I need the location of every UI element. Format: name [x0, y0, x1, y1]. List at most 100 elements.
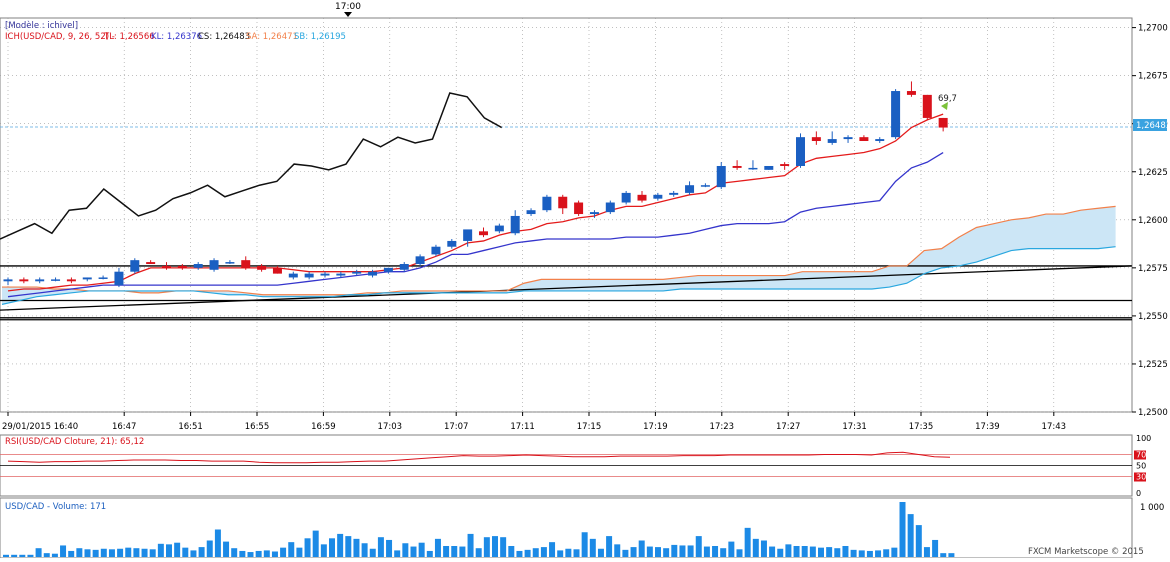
candle-body [463, 229, 473, 241]
volume-bar [712, 546, 719, 557]
volume-bar [100, 548, 107, 557]
volume-bar [426, 550, 433, 557]
candle-body [875, 139, 885, 142]
volume-bar [76, 548, 83, 557]
rsi-tick-label: 100 [1136, 434, 1151, 443]
candle-body [209, 260, 219, 270]
candle-body [225, 262, 235, 264]
candle-body [891, 91, 901, 138]
volume-bar [231, 548, 238, 557]
volume-bar [149, 549, 156, 557]
volume-bar [3, 554, 9, 557]
volume-bar [687, 545, 694, 557]
chart-window: 1,27001,26751,26501,26251,26001,25751,25… [0, 0, 1170, 559]
candle-body [685, 185, 695, 193]
volume-bar [84, 549, 91, 557]
volume-bar [35, 548, 42, 557]
volume-bar [239, 550, 246, 557]
candle-body [66, 279, 76, 282]
volume-bar [11, 554, 18, 557]
candle-body [827, 139, 837, 143]
volume-bar [337, 533, 344, 557]
time-marker[interactable]: 17:00 [335, 2, 361, 17]
x-tick-label: 17:27 [776, 422, 801, 432]
rsi-tick-label: 0 [1136, 489, 1141, 498]
candle-body [257, 265, 267, 270]
volume-bar [312, 530, 319, 557]
volume-bar [19, 554, 26, 557]
volume-bar [883, 549, 890, 557]
volume-bar [940, 553, 947, 557]
volume-bar [500, 537, 507, 557]
x-tick-label: 17:11 [510, 422, 535, 432]
y-tick-label: 1,2550 [1138, 312, 1168, 322]
volume-bar [540, 547, 547, 557]
volume-bar [923, 547, 930, 557]
volume-bar [866, 550, 873, 557]
volume-bar [752, 538, 759, 557]
volume-bar [948, 553, 955, 557]
volume-bar [818, 547, 824, 557]
volume-bar [141, 548, 148, 557]
volume-bar [43, 553, 50, 557]
volume-bar [174, 542, 181, 557]
volume-bar [361, 543, 368, 557]
volume-bar [793, 546, 800, 557]
volume-bar [638, 540, 645, 557]
volume-bar [842, 546, 849, 557]
volume-bar [402, 543, 409, 557]
candle-body [859, 137, 869, 142]
volume-bar [369, 548, 376, 557]
candle-body [193, 264, 203, 268]
candle-body [669, 192, 679, 195]
price-axis: 1,27001,26751,26501,26251,26001,25751,25… [1132, 24, 1168, 418]
volume-bar [190, 550, 197, 557]
volume-bar [524, 549, 531, 557]
candle-body [605, 202, 615, 213]
candle-body [479, 231, 488, 236]
candle-body [288, 273, 298, 278]
candle-body [320, 273, 330, 276]
candle-body [304, 273, 314, 278]
candle-body [764, 165, 774, 170]
volume-bar [850, 549, 857, 557]
candle-body [780, 164, 790, 166]
volume-bar [565, 548, 572, 557]
x-tick-label: 17:03 [378, 422, 403, 432]
volume-bar [932, 539, 939, 557]
ichimoku-legend: ICH(USD/CAD, 9, 26, 52) - TL: 1,26566 KL… [5, 32, 346, 42]
candle-body [177, 265, 187, 268]
volume-bar [516, 550, 523, 557]
volume-bar [394, 550, 401, 557]
volume-bar [695, 536, 702, 557]
volume-bar [475, 548, 482, 557]
main-pane[interactable] [0, 17, 1133, 413]
volume-bar [353, 538, 360, 557]
volume-bar [443, 546, 450, 557]
rsi-tick-label: 30 [1136, 473, 1146, 482]
volume-bar [801, 546, 808, 557]
candle-body [98, 277, 108, 279]
candle-body [796, 137, 805, 166]
y-tick-label: 1,2600 [1138, 216, 1168, 226]
volume-bar [736, 549, 743, 557]
x-tick-label: 17:35 [909, 422, 934, 432]
candle-body [748, 167, 758, 170]
volume-bar [785, 544, 792, 557]
y-tick-label: 1,2500 [1138, 408, 1168, 418]
volume-bar [671, 544, 678, 557]
volume-bar [386, 539, 393, 557]
volume-bar [703, 546, 710, 557]
volume-bar [410, 546, 417, 557]
candle-body [352, 271, 362, 274]
volume-bar [296, 547, 303, 557]
volume-bar [117, 548, 124, 557]
volume-bar [614, 544, 621, 557]
volume-bar [630, 547, 637, 557]
candle-body [700, 185, 710, 187]
volume-bar [809, 546, 816, 557]
volume-bar [720, 548, 727, 557]
legend-tl: TL: 1,26566 [103, 32, 155, 42]
volume-bar [777, 548, 784, 557]
candle-body [368, 271, 378, 276]
